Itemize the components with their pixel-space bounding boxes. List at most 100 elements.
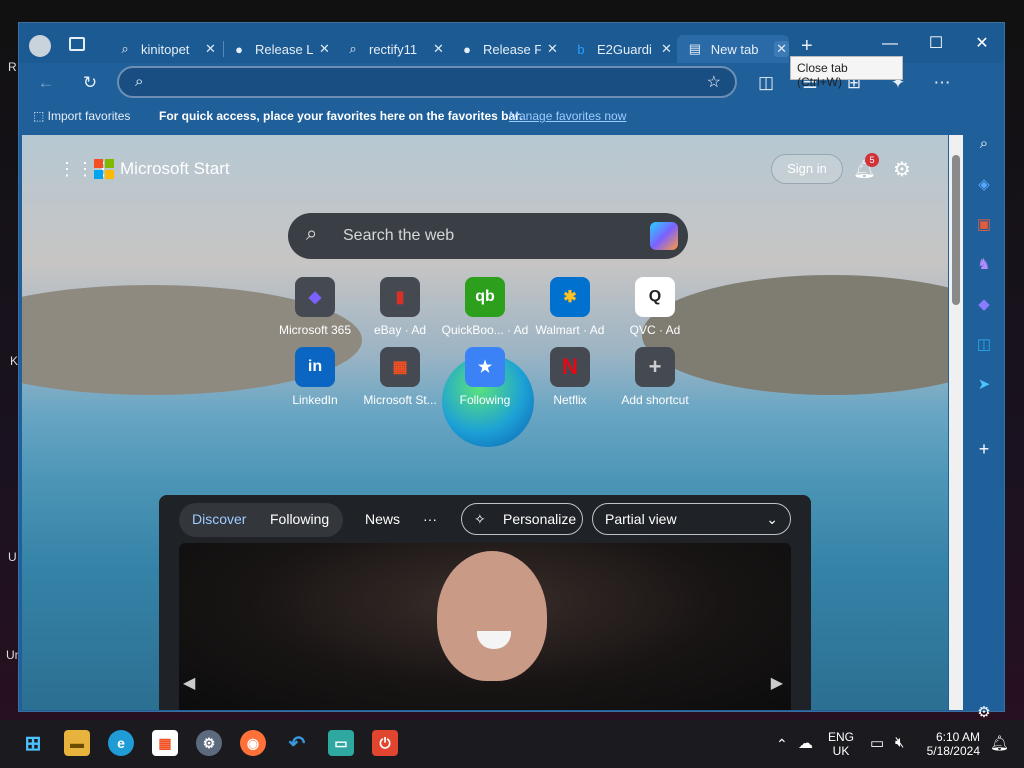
start-icon[interactable]: ⊞: [20, 730, 46, 756]
view-select-value: Partial view: [605, 511, 677, 527]
manage-favorites-link[interactable]: Manage favorites now: [509, 109, 626, 123]
shortcut-qvc[interactable]: Q QVC · Ad: [610, 277, 700, 337]
more-feed-button[interactable]: ···: [423, 511, 437, 527]
close-icon[interactable]: ✕: [774, 41, 789, 57]
more-icon[interactable]: ⋯: [929, 71, 955, 95]
import-favorites-link[interactable]: ⬚ Import favorites: [33, 109, 130, 123]
outlook-icon[interactable]: ◫: [964, 335, 1004, 353]
split-screen-icon[interactable]: ◫: [753, 71, 779, 95]
chevron-left-icon[interactable]: ◀: [183, 673, 195, 693]
scrollbar-thumb[interactable]: [952, 155, 960, 305]
gear-icon[interactable]: ⚙: [964, 703, 1004, 721]
tab-bing[interactable]: b E2Guardi ✕: [563, 35, 675, 63]
tab-github-1[interactable]: ● Release L ✕: [221, 35, 333, 63]
tab-search-1[interactable]: ⌕ kinitopet ✕: [107, 35, 219, 63]
tab-following[interactable]: Following: [270, 511, 329, 527]
quickbooks-icon: qb: [465, 277, 505, 317]
games-icon[interactable]: ♞: [964, 255, 1004, 273]
shortcut-microsoft-store[interactable]: ▦ Microsoft St...: [355, 347, 445, 407]
scrollbar[interactable]: [949, 135, 963, 710]
close-icon[interactable]: ✕: [319, 41, 330, 57]
minimize-button[interactable]: —: [867, 29, 913, 59]
web-search-box[interactable]: ⌕ Search the web: [288, 213, 688, 259]
shortcut-label: QuickBoo... · Ad: [441, 323, 529, 337]
github-icon: ●: [235, 41, 243, 57]
plus-icon: +: [635, 347, 675, 387]
terminal-icon[interactable]: ▭: [328, 730, 354, 756]
maximize-button[interactable]: ☐: [913, 29, 959, 59]
ebay-icon: ▮: [380, 277, 420, 317]
chevron-up-icon[interactable]: ⌃: [776, 736, 788, 753]
shortcut-add[interactable]: + Add shortcut: [610, 347, 700, 407]
back-button[interactable]: ←: [33, 71, 59, 95]
network-icon[interactable]: ☁: [798, 734, 813, 752]
toolbox-icon[interactable]: ▣: [964, 215, 1004, 233]
language-indicator[interactable]: ENG UK: [828, 730, 854, 758]
view-select[interactable]: Partial view ⌄: [592, 503, 791, 535]
chevron-down-icon: ⌄: [766, 511, 778, 527]
address-bar[interactable]: ⌕ ☆: [117, 66, 737, 98]
settings-icon[interactable]: ⚙: [196, 730, 222, 756]
shortcut-label: Following: [459, 393, 511, 407]
tab-github-2[interactable]: ● Release F ✕: [449, 35, 561, 63]
microsoft-store-icon: ▦: [380, 347, 420, 387]
clock-time: 6:10 AM: [935, 730, 980, 744]
tag-icon[interactable]: ◈: [964, 175, 1004, 193]
tab-label: rectify11: [369, 41, 418, 57]
desktop-label: R: [8, 60, 17, 74]
search-icon: ⌕: [121, 41, 129, 56]
tab-new-tab[interactable]: ▤ New tab ✕: [677, 35, 789, 63]
edge-icon[interactable]: e: [108, 730, 134, 756]
notifications-icon[interactable]: 🔔︎: [990, 734, 1009, 752]
star-icon[interactable]: ☆: [707, 72, 721, 92]
shortcut-following[interactable]: ★ Following: [440, 347, 530, 407]
undo-app-icon[interactable]: ↶: [284, 730, 310, 756]
chevron-right-icon[interactable]: ▶: [771, 673, 783, 693]
tab-label: Release F: [483, 41, 541, 57]
profile-avatar[interactable]: [29, 35, 51, 57]
search-icon[interactable]: ⌕: [964, 135, 1004, 152]
file-explorer-icon[interactable]: ▬: [64, 730, 90, 756]
sign-in-button[interactable]: Sign in: [771, 154, 843, 184]
new-tab-button[interactable]: +: [801, 35, 813, 58]
tab-actions-icon[interactable]: [69, 37, 85, 51]
shortcut-linkedin[interactable]: in LinkedIn: [270, 347, 360, 407]
newtab-icon: ▤: [688, 41, 702, 56]
copilot-icon[interactable]: [650, 222, 678, 250]
microsoft-store-icon[interactable]: ▦: [152, 730, 178, 756]
clock-date: 5/18/2024: [926, 744, 980, 758]
close-icon[interactable]: ✕: [205, 41, 216, 57]
clock[interactable]: 6:10 AM 5/18/2024: [926, 730, 980, 758]
volume-muted-icon[interactable]: 🔇︎: [895, 734, 904, 751]
favorites-message: For quick access, place your favorites h…: [159, 109, 523, 123]
close-icon[interactable]: ✕: [433, 41, 444, 57]
tab-label: Release L: [255, 41, 313, 57]
shortcut-microsoft-365[interactable]: ◆ Microsoft 365: [270, 277, 360, 337]
shortcut-walmart[interactable]: ✱ Walmart · Ad: [525, 277, 615, 337]
close-icon[interactable]: ✕: [547, 41, 558, 57]
shortcut-label: QVC · Ad: [629, 323, 681, 337]
tab-discover[interactable]: Discover: [192, 511, 246, 527]
close-window-button[interactable]: ✕: [959, 29, 1005, 59]
add-sidebar-icon[interactable]: +: [964, 439, 1004, 460]
shortcut-ebay[interactable]: ▮ eBay · Ad: [355, 277, 445, 337]
edge-sidebar: ⌕ ◈ ▣ ♞ ◆ ◫ ➤ + ⚙: [964, 69, 1004, 721]
shortcut-quickbooks[interactable]: qb QuickBoo... · Ad: [440, 277, 530, 337]
firefox-icon[interactable]: ◉: [240, 730, 266, 756]
send-icon[interactable]: ➤: [964, 375, 1004, 393]
news-feed-panel: Discover Following News ··· ✧ Personaliz…: [159, 495, 811, 710]
microsoft-365-icon[interactable]: ◆: [964, 295, 1004, 313]
power-app-icon[interactable]: ⏻: [372, 730, 398, 756]
notification-badge: 5: [865, 153, 879, 167]
gear-icon[interactable]: ⚙: [893, 157, 911, 182]
close-icon[interactable]: ✕: [661, 41, 672, 57]
shortcut-netflix[interactable]: N Netflix: [525, 347, 615, 407]
search-icon: ⌕: [349, 41, 357, 56]
display-icon[interactable]: ▭: [870, 734, 884, 752]
news-card-image[interactable]: ◀ ▶: [179, 543, 791, 710]
address-input[interactable]: [163, 74, 683, 92]
personalize-button[interactable]: ✧ Personalize: [461, 503, 583, 535]
tab-search-2[interactable]: ⌕ rectify11 ✕: [335, 35, 447, 63]
refresh-button[interactable]: ↻: [77, 71, 103, 95]
tab-news[interactable]: News: [365, 511, 400, 527]
